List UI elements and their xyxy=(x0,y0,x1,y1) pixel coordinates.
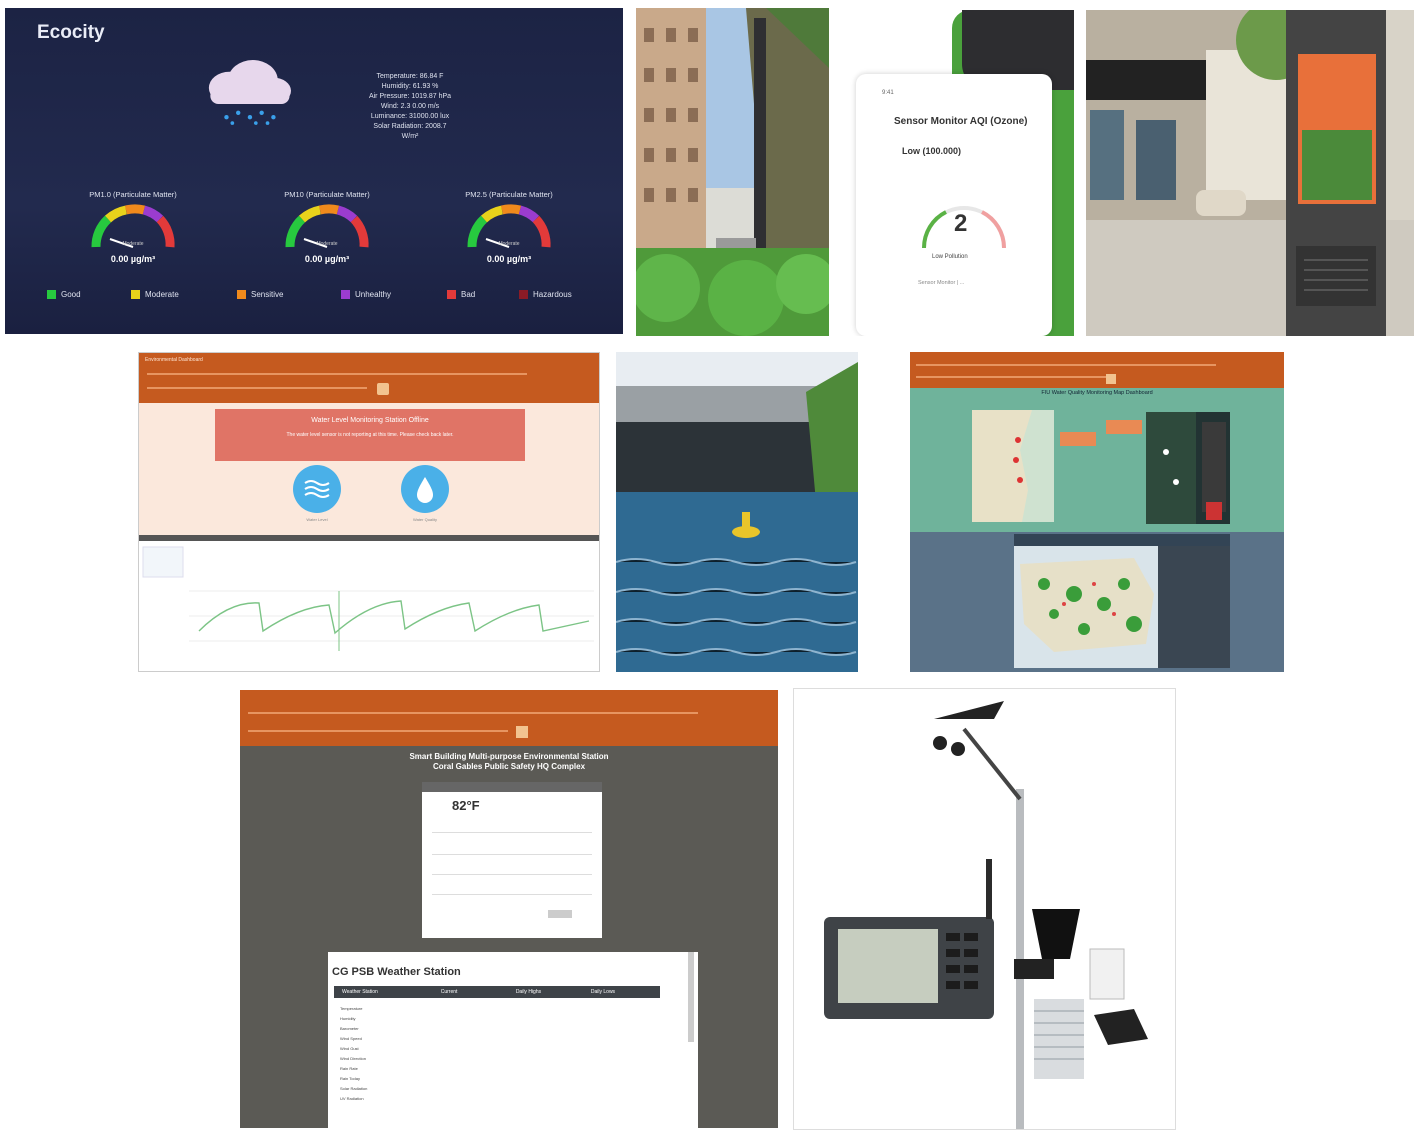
aqi-value: 2 xyxy=(954,210,968,237)
phone-card: 9:41 Sensor Monitor AQI (Ozone) Low (100… xyxy=(856,74,1052,336)
svg-text:Moderate: Moderate xyxy=(122,241,143,247)
svg-text:Moderate: Moderate xyxy=(316,241,337,247)
us-map[interactable] xyxy=(1014,534,1230,668)
street-pole-photo xyxy=(636,8,829,336)
gauge-pm1: PM1.0 (Particulate Matter) Moderate 0.00… xyxy=(89,190,177,264)
dashboard3-navbar xyxy=(240,690,778,746)
table-rows: Temperature Humidity Barometer Wind Speed … xyxy=(340,1006,368,1101)
smart-kiosk-photo xyxy=(1086,10,1414,336)
water-dashboard: Environmental Dashboard Water Level Moni… xyxy=(138,352,600,672)
river-buoy-photo xyxy=(616,352,858,672)
gauge-pm10: PM10 (Particulate Matter) Moderate 0.00 … xyxy=(237,190,417,264)
weather-table-panel: CG PSB Weather Station Weather Station C… xyxy=(328,952,698,1128)
drop-icon[interactable] xyxy=(401,465,449,513)
table-header: Weather Station Current Daily Highs Dail… xyxy=(334,986,660,998)
legend-sensitive: Sensitive xyxy=(237,290,283,299)
gauge-dial-icon: Moderate xyxy=(285,204,369,248)
legend-hazardous: Hazardous xyxy=(519,290,572,299)
weather-station-hardware-photo xyxy=(793,688,1176,1130)
ecocity-title: Ecocity xyxy=(37,22,105,43)
waves-icon[interactable] xyxy=(293,465,341,513)
legend-moderate: Moderate xyxy=(131,290,179,299)
legend-unhealthy: Unhealthy xyxy=(341,290,391,299)
florida-map[interactable] xyxy=(972,410,1054,522)
scrollbar[interactable] xyxy=(688,952,694,1042)
offline-alert: Water Level Monitoring Station Offline T… xyxy=(215,409,525,461)
phone-aqi-app: 9:41 Sensor Monitor AQI (Ozone) Low (100… xyxy=(850,10,1074,336)
rain-cloud-icon xyxy=(208,60,291,125)
butterfly-icon xyxy=(377,383,389,395)
butterfly-icon xyxy=(516,726,528,738)
weather-readings: Temperature: 86.84 F Humidity: 61.93 % A… xyxy=(368,73,452,140)
legend-bad: Bad xyxy=(447,290,475,299)
water-level-chart xyxy=(139,541,599,671)
legend-good: Good xyxy=(47,290,81,299)
weather-widget: 82°F xyxy=(422,782,602,938)
ecocity-display: Ecocity Temperature: 86.84 F Humidity: 6… xyxy=(5,8,623,334)
widget-button[interactable] xyxy=(548,910,572,918)
gauge-dial-icon: Moderate xyxy=(91,204,175,248)
map-popup xyxy=(1060,432,1096,446)
butterfly-icon xyxy=(1106,374,1116,384)
gauge-dial-icon: Moderate xyxy=(467,204,551,248)
dashboard1-navbar: Environmental Dashboard xyxy=(139,353,599,403)
dashboard2-navbar xyxy=(910,352,1284,388)
satellite-map[interactable] xyxy=(1146,412,1230,524)
gauge-pm25: PM2.5 (Particulate Matter) Moderate 0.00… xyxy=(465,190,553,264)
weather-station-page: Smart Building Multi-purpose Environment… xyxy=(240,690,778,1128)
map-dashboard: FIU Water Quality Monitoring Map Dashboa… xyxy=(910,352,1284,672)
svg-text:Moderate: Moderate xyxy=(498,241,519,247)
map-popup xyxy=(1106,420,1142,434)
